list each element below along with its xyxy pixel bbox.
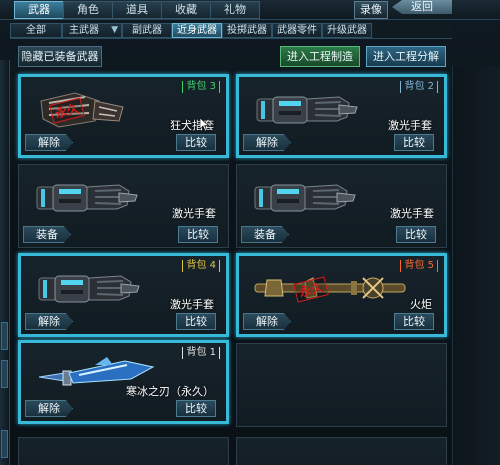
record-button[interactable]: 录像 [354, 1, 388, 19]
weapon-card[interactable]: 永久 背包 3 狂犬指套 解除 比较 [18, 74, 229, 158]
unequip-button[interactable]: 解除 [243, 134, 291, 151]
bag-slot-badge: 背包 2 [400, 81, 438, 93]
weapon-card[interactable]: 激光手套装备 比较 [236, 164, 447, 248]
weapon-card[interactable]: 背包 2 激光手套解除 比较 [236, 74, 447, 158]
chevron-down-icon: ▼ [111, 25, 118, 35]
inventory-window: 武器 角色 道具 收藏 礼物 录像 返回 全部 主武器 ▼ 副武器 近身武器 投掷… [0, 0, 500, 465]
weapon-image [247, 266, 417, 310]
unequip-button[interactable]: 解除 [243, 313, 291, 330]
bag-slot-badge: 背包 3 [182, 81, 220, 93]
back-button[interactable]: 返回 [392, 0, 452, 14]
weapon-name: 寒冰之刃（永久） [126, 385, 214, 398]
unequip-button[interactable]: 解除 [25, 313, 73, 330]
weapon-category-bar: 全部 主武器 ▼ 副武器 近身武器 投掷武器 武器零件 升级武器 [10, 22, 452, 39]
bag-slot-badge: 背包 5 [400, 260, 438, 272]
tab-characters[interactable]: 角色 [63, 1, 113, 19]
left-frame [0, 60, 10, 465]
empty-slot [18, 437, 229, 465]
frame-knob [1, 322, 8, 350]
subtab-all[interactable]: 全部 [10, 23, 62, 38]
bag-slot-badge: 背包 1 [182, 347, 220, 359]
weapon-name: 激光手套 [388, 119, 432, 132]
hide-equipped-button[interactable]: 隐藏已装备武器 [18, 46, 102, 67]
compare-button[interactable]: 比较 [394, 134, 434, 151]
weapon-name: 激光手套 [390, 207, 434, 220]
tab-weapons[interactable]: 武器 [14, 1, 64, 19]
weapon-card[interactable]: 背包 4 激光手套解除 比较 [18, 253, 229, 337]
top-tab-bar: 武器 角色 道具 收藏 礼物 录像 返回 [0, 0, 500, 20]
empty-slot [236, 437, 447, 465]
frame-knob [1, 430, 8, 458]
weapon-name: 火炬 [410, 298, 432, 311]
compare-button[interactable]: 比较 [178, 226, 218, 243]
decompose-button[interactable]: 进入工程分解 [366, 46, 446, 67]
subtab-parts[interactable]: 武器零件 [272, 23, 322, 38]
weapon-name: 激光手套 [170, 298, 214, 311]
compare-button[interactable]: 比较 [176, 134, 216, 151]
compare-button[interactable]: 比较 [394, 313, 434, 330]
unequip-button[interactable]: 解除 [25, 134, 73, 151]
unequip-button[interactable]: 解除 [25, 400, 73, 417]
compare-button[interactable]: 比较 [176, 400, 216, 417]
weapon-image [251, 175, 371, 219]
weapon-image [33, 175, 153, 219]
subtab-secondary[interactable]: 副武器 [122, 23, 172, 38]
compare-button[interactable]: 比较 [396, 226, 436, 243]
mouse-cursor-icon [200, 118, 209, 131]
weapon-image [35, 266, 155, 310]
subtab-throwing[interactable]: 投掷武器 [222, 23, 272, 38]
weapon-image [253, 87, 373, 131]
equip-button[interactable]: 装备 [23, 226, 71, 243]
weapon-card[interactable]: 激光手套装备 比较 [18, 164, 229, 248]
right-panel [452, 66, 500, 465]
bag-slot-badge: 背包 4 [182, 260, 220, 272]
subtab-melee[interactable]: 近身武器 [172, 23, 222, 38]
tab-gifts[interactable]: 礼物 [210, 1, 260, 19]
weapon-name: 激光手套 [172, 207, 216, 220]
empty-slot [236, 343, 447, 427]
weapon-card[interactable]: 永久 背包 5 火炬 解除 比较 [236, 253, 447, 337]
frame-knob [1, 360, 8, 388]
equip-button[interactable]: 装备 [241, 226, 289, 243]
subtab-primary-label: 主武器 [69, 25, 99, 36]
craft-button[interactable]: 进入工程制造 [280, 46, 360, 67]
subtab-upgrade[interactable]: 升级武器 [322, 23, 372, 38]
weapon-card[interactable]: 背包 1 寒冰之刃（永久） 解除 比较 [18, 340, 229, 424]
subtab-primary[interactable]: 主武器 ▼ [62, 23, 122, 38]
compare-button[interactable]: 比较 [176, 313, 216, 330]
tab-favorites[interactable]: 收藏 [161, 1, 211, 19]
tab-items[interactable]: 道具 [112, 1, 162, 19]
